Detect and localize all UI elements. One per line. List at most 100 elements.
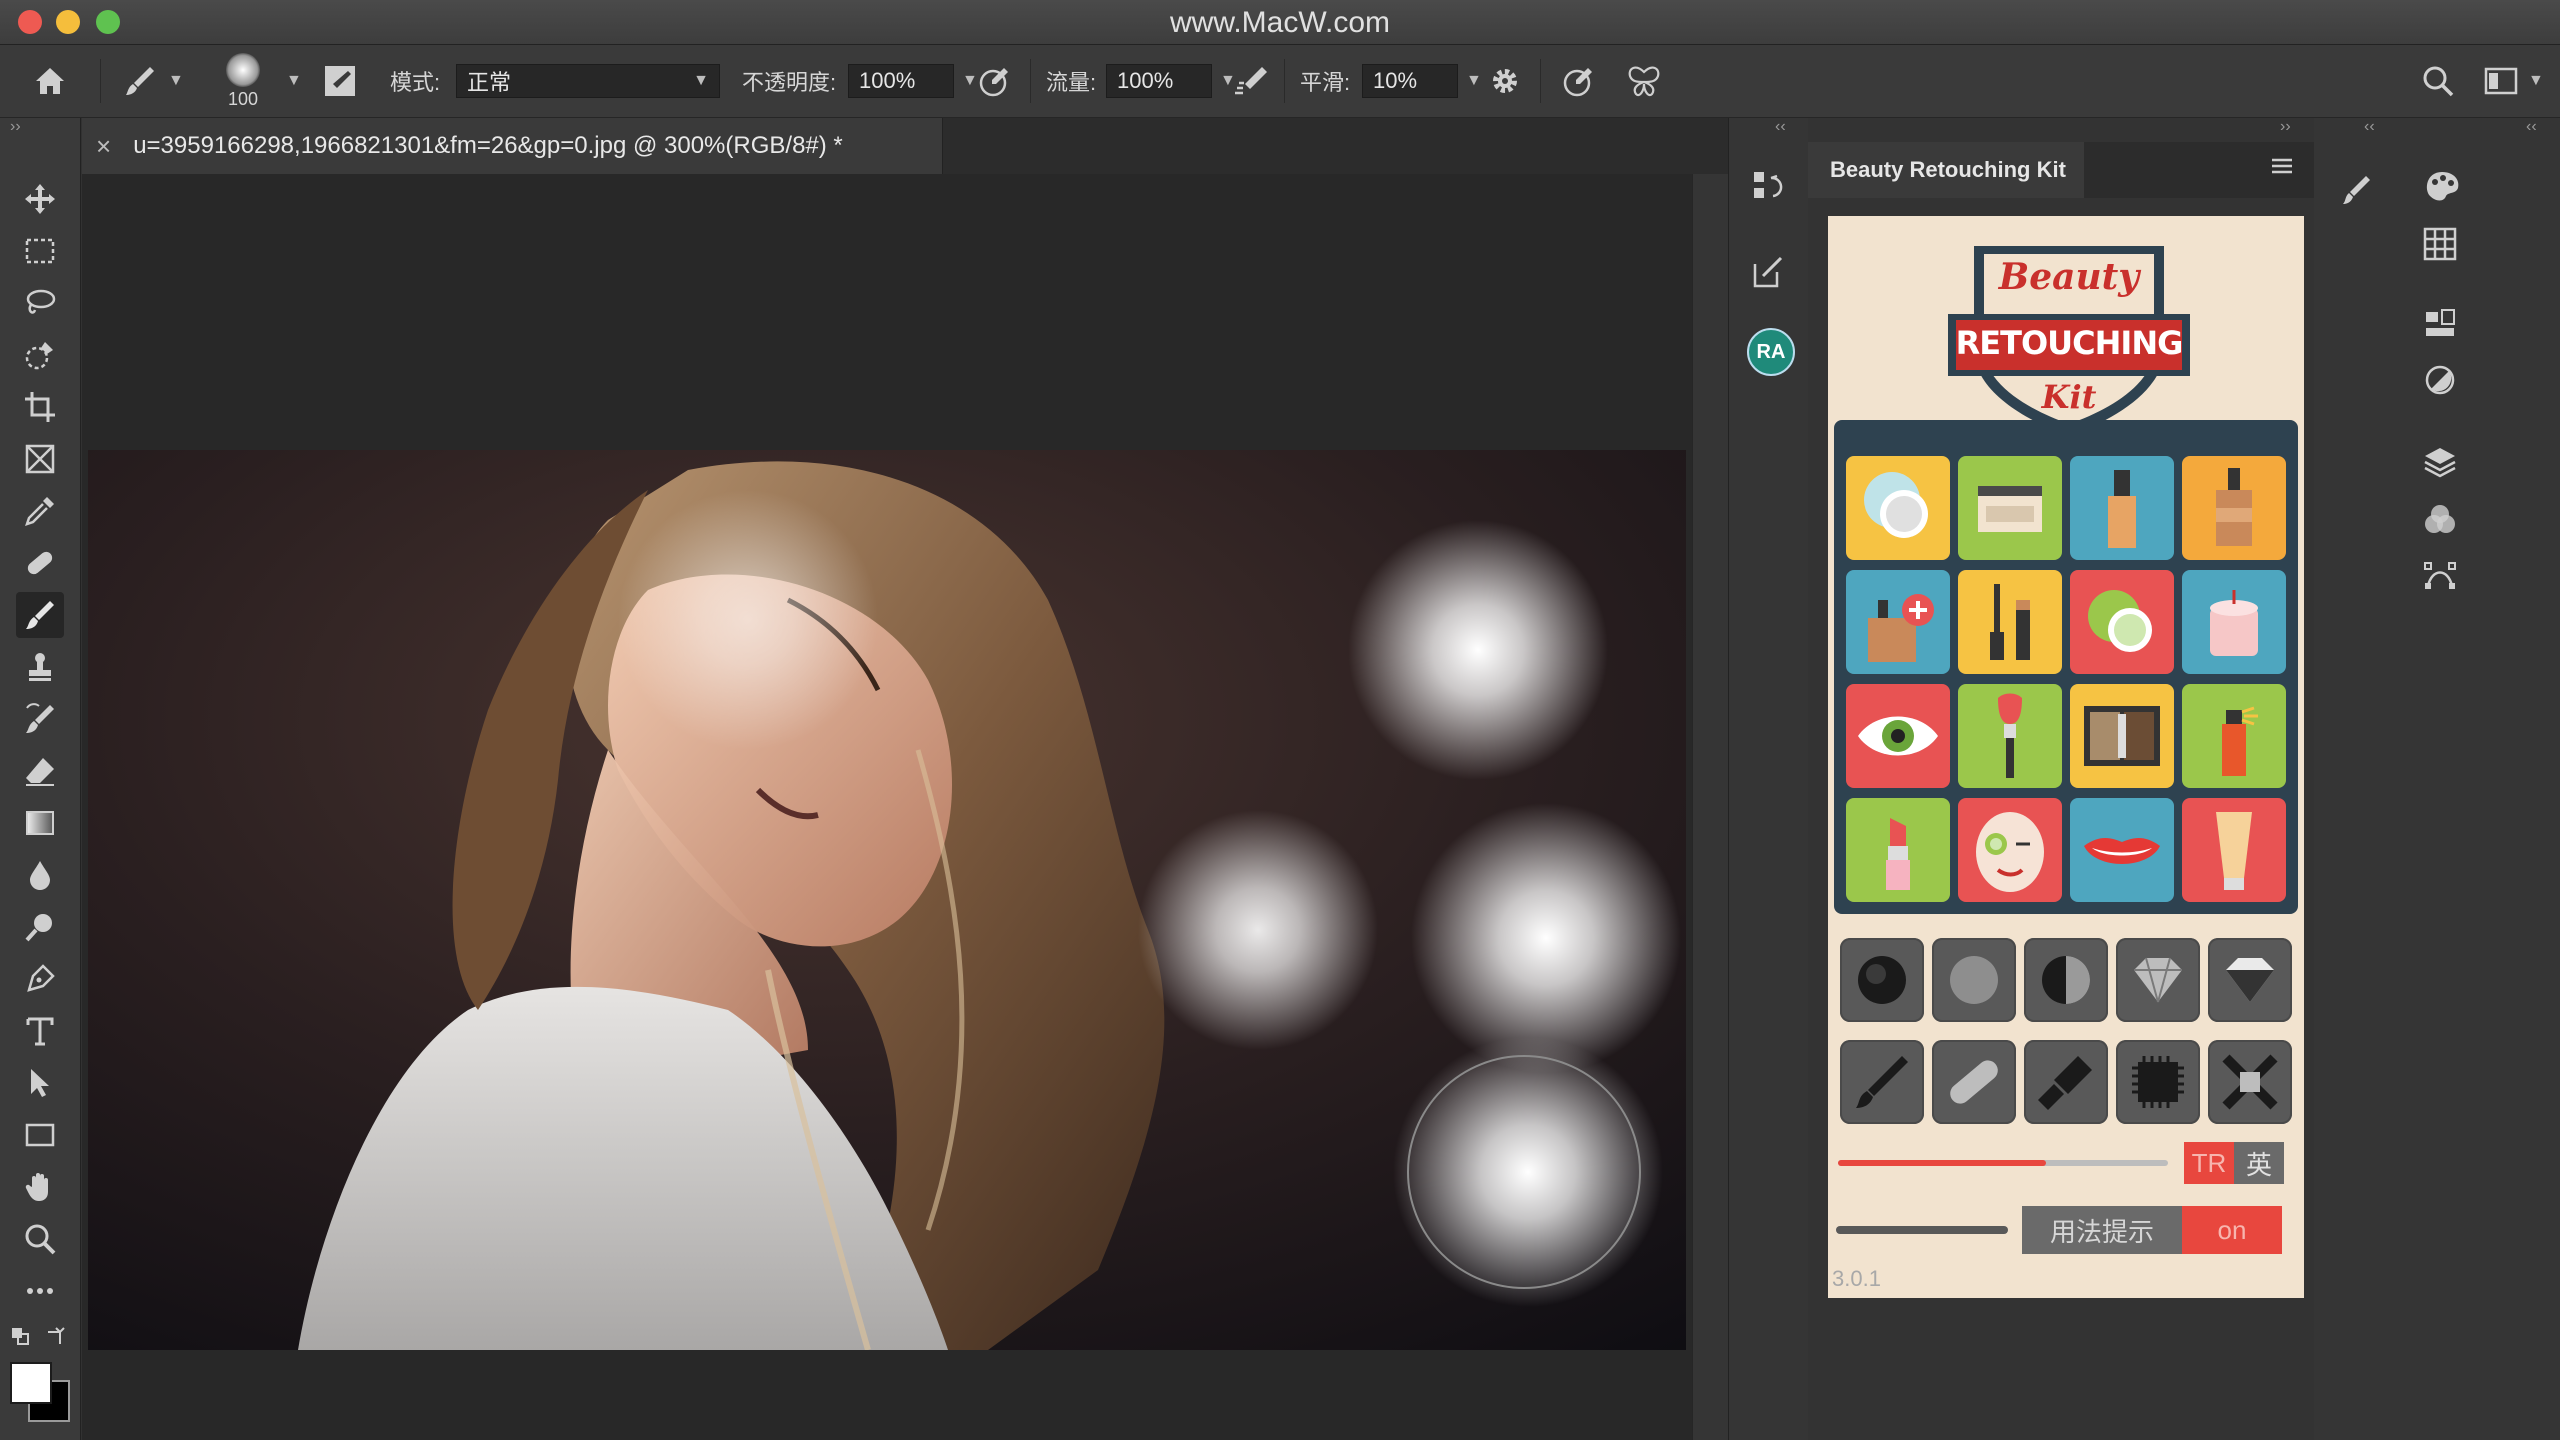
mode-select[interactable]: 正常 ▼ xyxy=(456,64,720,98)
spray-bottle-tile[interactable] xyxy=(2182,684,2286,788)
swatches-panel-button[interactable] xyxy=(2422,226,2458,267)
makeup-brush-tile[interactable] xyxy=(1958,684,2062,788)
panel-menu-button[interactable] xyxy=(2270,156,2294,181)
properties-panel-button[interactable] xyxy=(1751,254,1787,295)
paint-brush-button[interactable] xyxy=(1840,1040,1924,1124)
airbrush-button[interactable] xyxy=(1232,45,1272,117)
lasso-tool[interactable] xyxy=(16,280,64,326)
foundation-box-tile[interactable] xyxy=(1958,456,2062,560)
healing-brush-tool[interactable] xyxy=(16,540,64,586)
remove-button[interactable] xyxy=(2208,1040,2292,1124)
tool-preset-picker[interactable]: ▼ xyxy=(120,45,184,117)
mascara-tile[interactable] xyxy=(1958,570,2062,674)
move-tool[interactable] xyxy=(16,176,64,222)
edit-toolbar-button[interactable] xyxy=(16,1268,64,1314)
opacity-input[interactable]: 100% xyxy=(848,64,954,98)
paths-panel-button[interactable] xyxy=(2422,558,2458,599)
brush-size-picker[interactable]: 100 xyxy=(226,45,260,117)
menu-icon xyxy=(2272,158,2292,174)
smoothing-options-button[interactable] xyxy=(1488,45,1522,117)
channels-panel-button[interactable] xyxy=(2422,502,2458,543)
stamp-button[interactable] xyxy=(2024,1040,2108,1124)
history-brush-tool[interactable] xyxy=(16,696,64,742)
dark-circle-button[interactable] xyxy=(1840,938,1924,1022)
workspace-button[interactable]: ▼ xyxy=(2484,45,2544,117)
strength-slider[interactable] xyxy=(1838,1160,2168,1166)
flow-input[interactable]: 100% xyxy=(1106,64,1212,98)
pen-tool[interactable] xyxy=(16,956,64,1002)
chevron-down-icon[interactable]: ▼ xyxy=(286,72,302,90)
adjustments-panel-button[interactable] xyxy=(2422,362,2458,403)
vertical-scrollbar[interactable] xyxy=(1692,174,1729,1440)
half-circle-button[interactable] xyxy=(2024,938,2108,1022)
diamond-light-button[interactable] xyxy=(2116,938,2200,1022)
libraries-panel-button[interactable] xyxy=(2422,306,2458,347)
eyedropper-tool[interactable] xyxy=(16,488,64,534)
close-document-icon[interactable]: × xyxy=(96,131,111,162)
usage-hint-button[interactable]: 用法提示 xyxy=(2022,1206,2182,1254)
face-mask-tile[interactable] xyxy=(1958,798,2062,902)
document-image[interactable] xyxy=(88,450,1686,1350)
home-button[interactable] xyxy=(30,45,70,117)
path-selection-tool[interactable] xyxy=(16,1060,64,1106)
type-tool[interactable] xyxy=(16,1008,64,1054)
serum-bottle-tile[interactable] xyxy=(1846,570,1950,674)
eye-tile[interactable] xyxy=(1846,684,1950,788)
eraser-tool[interactable] xyxy=(16,748,64,794)
dodge-tool[interactable] xyxy=(16,904,64,950)
collapse-plugin-panel[interactable]: ›› xyxy=(2280,118,2291,136)
cream-tube-tile[interactable] xyxy=(2182,798,2286,902)
symmetry-button[interactable] xyxy=(1624,45,1664,117)
retouch-tools-grid xyxy=(1834,420,2298,914)
logo-beauty: Beauty xyxy=(1998,256,2140,298)
blur-tool[interactable] xyxy=(16,852,64,898)
swap-colors-icon[interactable] xyxy=(44,1326,66,1353)
gray-circle-button[interactable] xyxy=(1932,938,2016,1022)
green-compact-tile[interactable] xyxy=(2070,570,2174,674)
foreground-color-swatch[interactable] xyxy=(10,1362,52,1404)
powder-compact-tile[interactable] xyxy=(1846,456,1950,560)
lipstick-tile[interactable] xyxy=(1846,798,1950,902)
gradient-tool[interactable] xyxy=(16,800,64,846)
layers-panel-button[interactable] xyxy=(2422,444,2458,485)
collapse-dock-button[interactable]: ‹‹ xyxy=(2526,118,2537,136)
lips-tile[interactable] xyxy=(2070,798,2174,902)
marquee-tool[interactable] xyxy=(16,228,64,274)
clone-stamp-tool[interactable] xyxy=(16,644,64,690)
smoothing-input[interactable]: 10% xyxy=(1362,64,1458,98)
rectangle-tool[interactable] xyxy=(16,1112,64,1158)
bandage-button[interactable] xyxy=(1932,1040,2016,1124)
crop-tool[interactable] xyxy=(16,384,64,430)
search-button[interactable] xyxy=(2420,45,2456,117)
hand-tool[interactable] xyxy=(16,1164,64,1210)
frame-tool[interactable] xyxy=(16,436,64,482)
pressure-opacity-button[interactable] xyxy=(976,45,1014,117)
lang-en-button[interactable]: 英 xyxy=(2234,1142,2284,1184)
chevron-down-icon[interactable]: ▼ xyxy=(1466,72,1482,90)
foundation-bottle-tile[interactable] xyxy=(2182,456,2286,560)
pressure-size-button[interactable] xyxy=(1560,45,1598,117)
chip-button[interactable] xyxy=(2116,1040,2200,1124)
ra-plugin-button[interactable]: RA xyxy=(1747,328,1795,376)
plugin-tab[interactable]: Beauty Retouching Kit xyxy=(1808,142,2084,198)
lang-tr-button[interactable]: TR xyxy=(2184,1142,2234,1184)
brush-settings-toggle[interactable] xyxy=(322,45,358,117)
expand-toolbar-icon[interactable]: ›› xyxy=(10,118,21,136)
toggle-on-button[interactable]: on xyxy=(2182,1206,2282,1254)
zoom-tool[interactable] xyxy=(16,1216,64,1262)
eyeshadow-palette-tile[interactable] xyxy=(2070,684,2174,788)
collapse-dock-button[interactable]: ‹‹ xyxy=(2364,118,2375,136)
makeup-brush-icon xyxy=(1998,693,2022,778)
quick-selection-tool[interactable] xyxy=(16,332,64,378)
history-panel-button[interactable] xyxy=(1751,168,1787,209)
color-panel-button[interactable] xyxy=(2422,168,2462,209)
diamond-dark-button[interactable] xyxy=(2208,938,2292,1022)
default-colors-icon[interactable] xyxy=(10,1326,32,1353)
brush-tool[interactable] xyxy=(16,592,64,638)
candle-jar-tile[interactable] xyxy=(2182,570,2286,674)
brush-settings-panel-button[interactable] xyxy=(2338,172,2374,213)
document-tab[interactable]: × u=3959166298,1966821301&fm=26&gp=0.jpg… xyxy=(82,118,943,174)
gear-icon xyxy=(1493,69,1517,93)
concealer-bottle-tile[interactable] xyxy=(2070,456,2174,560)
collapse-dock-button[interactable]: ‹‹ xyxy=(1775,118,1786,136)
